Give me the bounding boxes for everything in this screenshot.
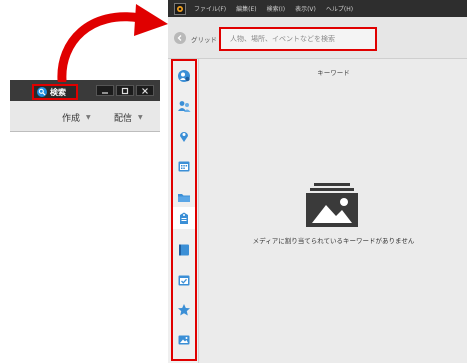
red-arrow-icon [57,4,168,82]
back-button[interactable] [174,32,186,44]
inset-titlebar: 検索 [10,80,160,101]
search-icon [37,87,47,97]
empty-message: メディアに割り当てられているキーワードがありません [252,237,415,245]
close-icon[interactable] [136,85,154,96]
app-logo-icon [174,2,186,15]
menu-help[interactable]: ヘルプ(H) [326,4,353,13]
keyword-panel: キーワード メディアに割り当てられているキーワードがありません [200,59,467,363]
organizer-window: ファイル(F) 編集(E) 検索(I) 表示(V) ヘルプ(H) グリッド 人物… [168,0,467,363]
sidebar-highlight-frame [171,59,197,361]
create-menu-label: 作成 [62,114,81,124]
panel-title: キーワード [317,69,350,77]
search-input[interactable] [219,27,377,51]
search-button-label: 検索 [50,87,66,97]
chevron-left-icon [177,35,182,41]
create-menu[interactable]: 作成 ▼ [62,111,91,124]
search-category-sidebar [168,59,199,363]
search-toolbar: グリッド [168,17,467,59]
menu-edit[interactable]: 編集(E) [236,4,256,13]
maximize-icon[interactable] [116,85,134,96]
grid-label: グリッド [191,36,217,44]
search-button[interactable]: 検索 [32,84,78,100]
inset-menubar: 作成 ▼ 配信 ▼ [10,101,160,132]
menu-file[interactable]: ファイル(F) [194,4,226,13]
chevron-down-icon: ▼ [86,114,91,121]
menu-find[interactable]: 検索(I) [267,4,285,13]
minimize-icon[interactable] [96,85,114,96]
share-menu-label: 配信 [114,114,133,124]
chevron-down-icon: ▼ [138,114,143,121]
menubar: ファイル(F) 編集(E) 検索(I) 表示(V) ヘルプ(H) [168,0,467,17]
toolbar-inset: 検索 作成 ▼ 配信 ▼ [10,80,160,132]
share-menu[interactable]: 配信 ▼ [114,111,143,124]
empty-media-stack-icon [306,183,358,227]
menu-view[interactable]: 表示(V) [295,4,316,13]
